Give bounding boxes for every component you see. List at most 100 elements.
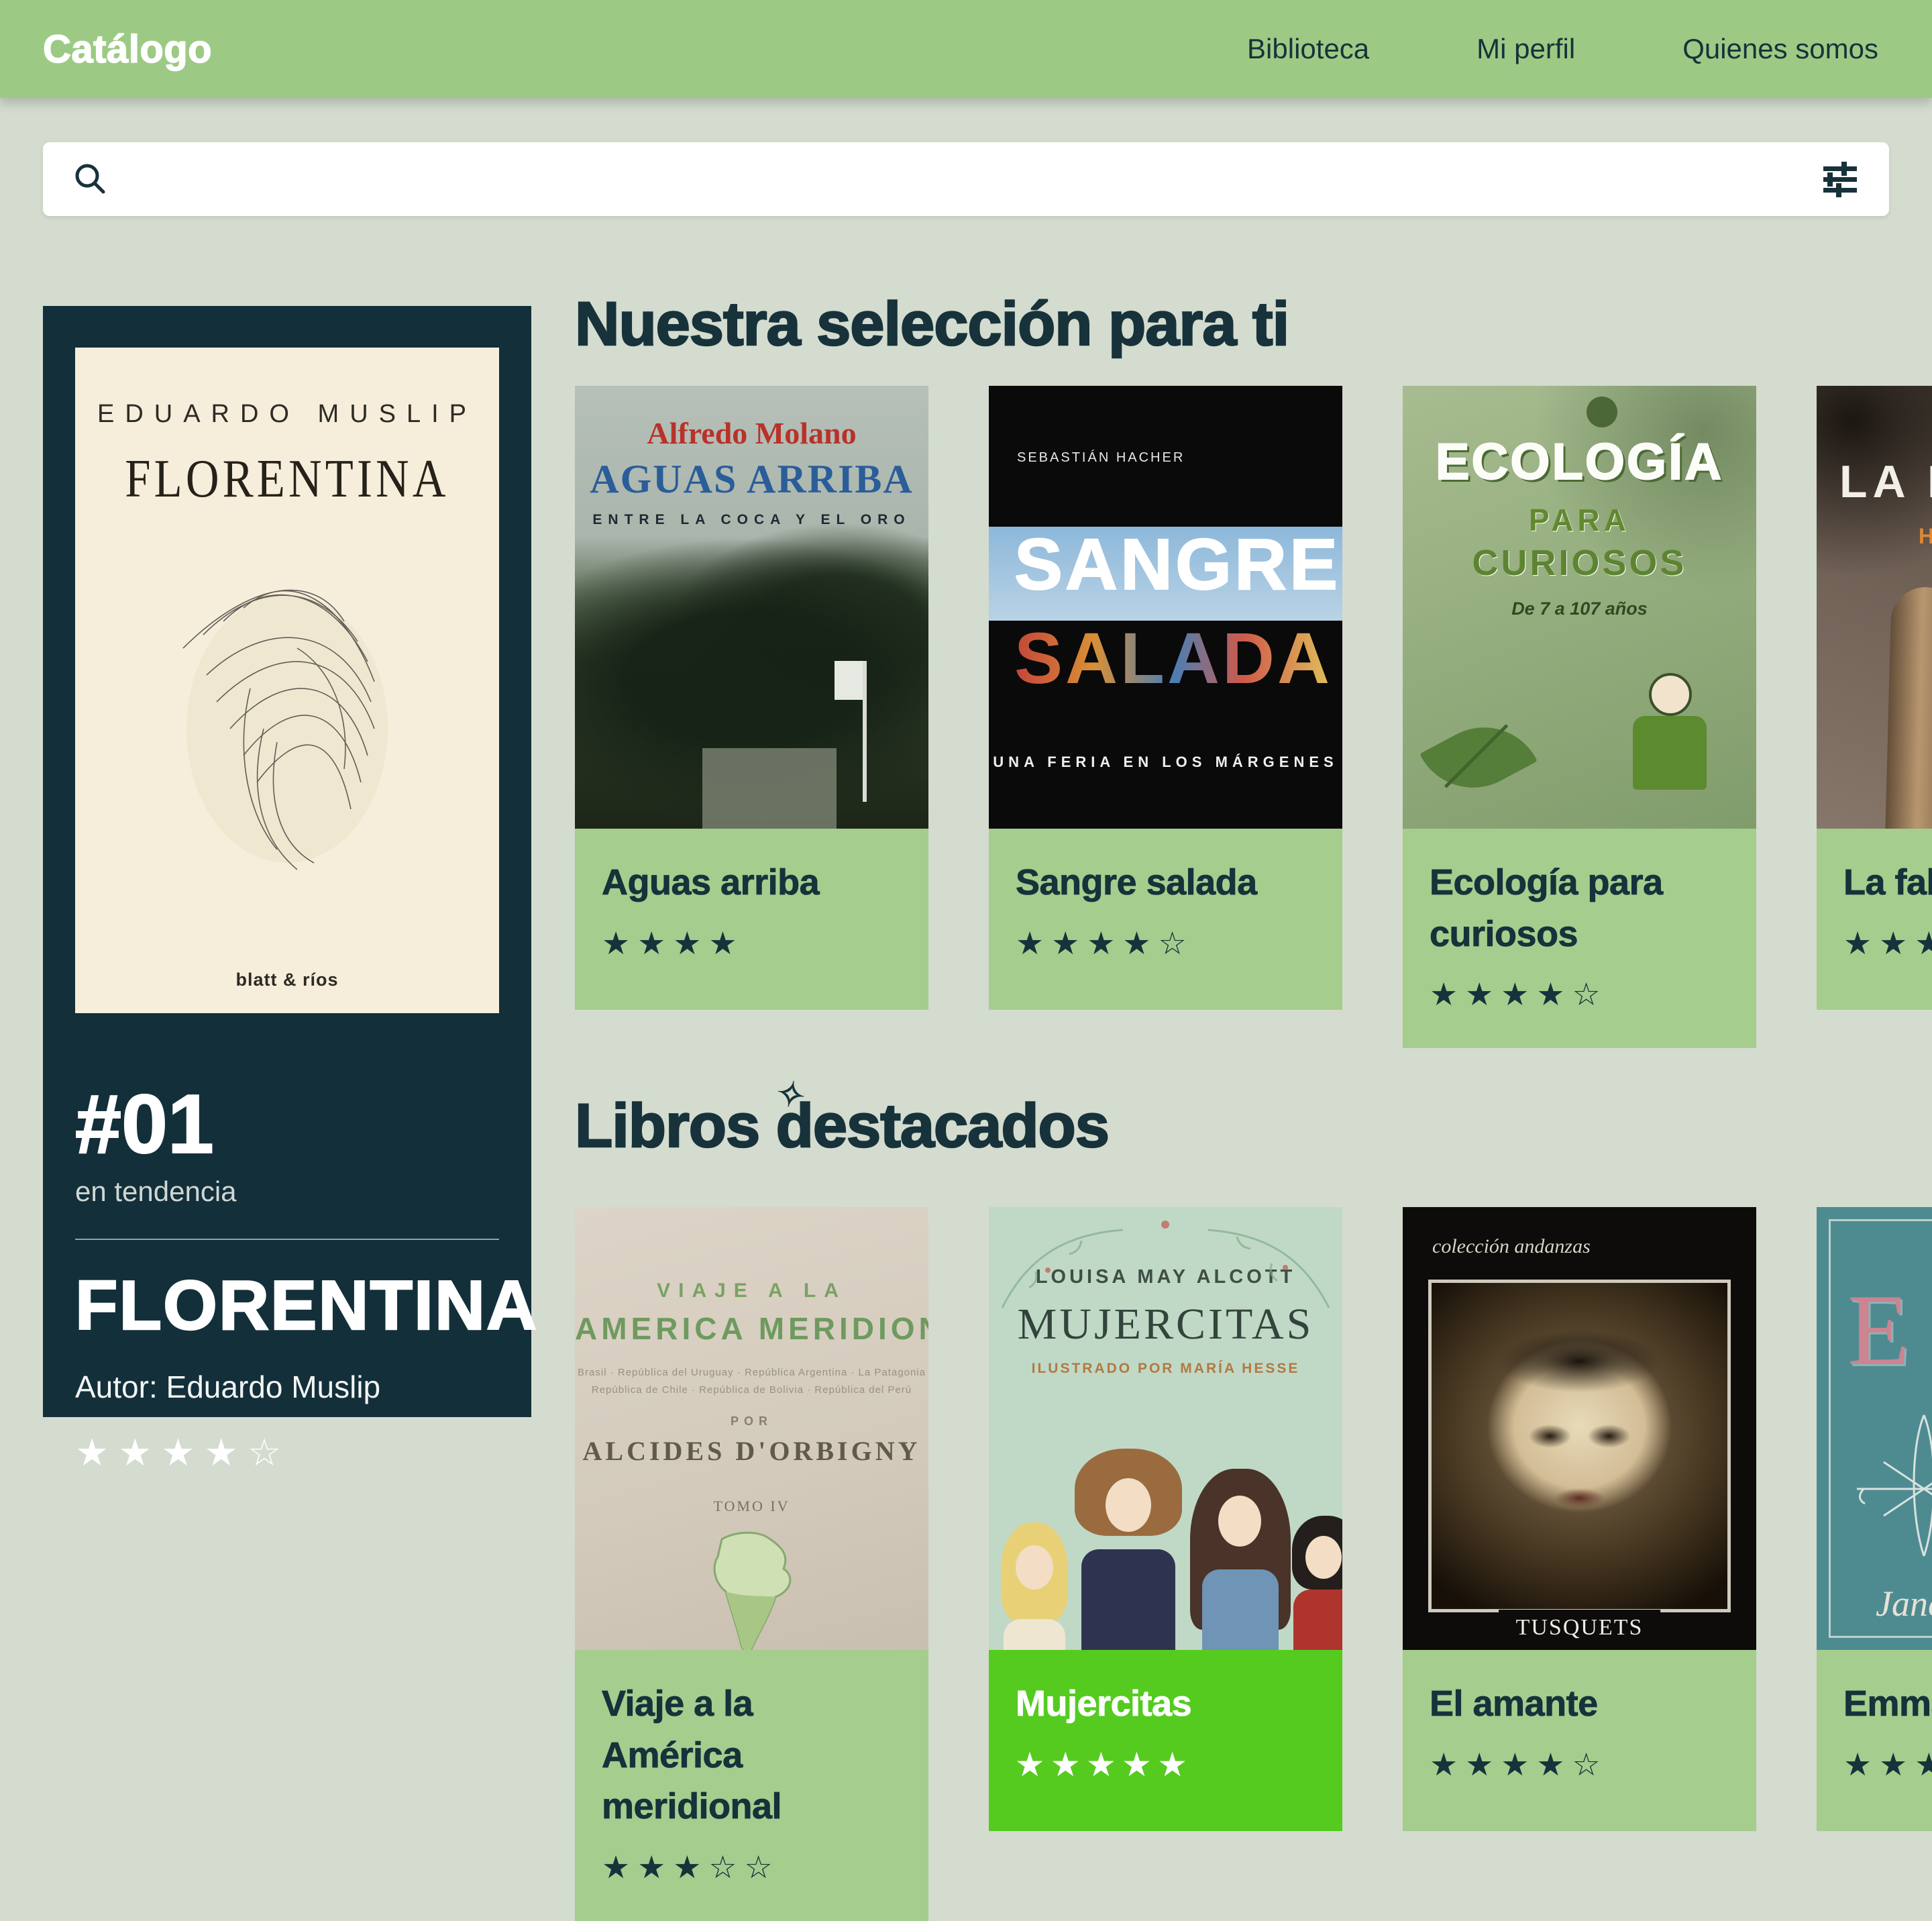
book-card-emma[interactable]: EM Jane Emma ★★★ xyxy=(1817,1207,1932,1831)
book-title: El amante xyxy=(1430,1678,1729,1730)
top-bar: Catálogo Biblioteca Mi perfil Quienes so… xyxy=(0,0,1932,98)
book-label: Aguas arriba ★★★★ xyxy=(575,829,928,1010)
book-card-ecologia[interactable]: ECOLOGÍA PARA CURIOSOS De 7 a 107 años E… xyxy=(1403,386,1756,1048)
flag-shape xyxy=(863,661,867,802)
search-input[interactable] xyxy=(133,162,1796,196)
rating-stars: ★★★★ xyxy=(602,925,902,962)
flourish-illustration xyxy=(1843,1408,1932,1569)
featured-book-cover: EDUARDO MUSLIP FLORENTINA blatt & ríos xyxy=(75,348,499,1013)
cover-line2: PARA xyxy=(1403,502,1756,538)
cover-title: EM xyxy=(1847,1271,1932,1388)
cover-title: ECOLOGÍA xyxy=(1403,433,1756,491)
rating-stars: ★★★★☆ xyxy=(1430,976,1729,1013)
cover-line1: VIAJE A LA xyxy=(575,1280,928,1302)
featured-book-card[interactable]: EDUARDO MUSLIP FLORENTINA blatt & ríos xyxy=(43,306,531,1417)
book-label: Ecología para curiosos ★★★★☆ xyxy=(1403,829,1756,1048)
cover-title: AGUAS ARRIBA xyxy=(575,456,928,503)
trending-rank: #01 xyxy=(75,1083,499,1166)
kid-illustration-head xyxy=(1649,673,1692,716)
kid-illustration-body xyxy=(1633,716,1707,790)
cover-subtitle: ENTRE LA COCA Y EL ORO xyxy=(575,512,928,528)
book-cover-mujercitas: LOUISA MAY ALCOTT MUJERCITAS ILUSTRADO P… xyxy=(989,1207,1342,1650)
book-title: Emma xyxy=(1843,1678,1932,1730)
girl-blonde xyxy=(1001,1522,1068,1650)
cover-tomo: TOMO IV xyxy=(575,1498,928,1515)
book-card-la-fab[interactable]: LA FA Hir La fab ★★★ xyxy=(1817,386,1932,1010)
featured-title: FLORENTINA xyxy=(75,1271,499,1341)
book-row-destacados: VIAJE A LA AMERICA MERIDIONAL Brasil · R… xyxy=(575,1207,1932,1921)
book-card-sangre-salada[interactable]: SEBASTIÁN HACHER SANGRE SALADA UNA FERIA… xyxy=(989,386,1342,1010)
portrait-photo xyxy=(1428,1280,1731,1612)
book-title: Viaje a la América meridional xyxy=(602,1678,902,1832)
book-card-viaje[interactable]: VIAJE A LA AMERICA MERIDIONAL Brasil · R… xyxy=(575,1207,928,1921)
south-america-map xyxy=(575,1527,928,1650)
cover-author: ALCIDES D'ORBIGNY xyxy=(575,1435,928,1467)
cover-title: LA FA xyxy=(1839,456,1932,508)
trending-caption: en tendencia xyxy=(75,1176,499,1208)
book-title: Mujercitas xyxy=(1016,1678,1316,1730)
rating-stars: ★★★★☆ xyxy=(1430,1746,1729,1783)
book-label: La fab ★★★ xyxy=(1817,829,1932,1010)
featured-author: Autor: Eduardo Muslip xyxy=(75,1369,499,1405)
book-cover-ecologia: ECOLOGÍA PARA CURIOSOS De 7 a 107 años xyxy=(1403,386,1756,829)
book-title: Sangre salada xyxy=(1016,857,1316,908)
book-card-mujercitas[interactable]: LOUISA MAY ALCOTT MUJERCITAS ILUSTRADO P… xyxy=(989,1207,1342,1831)
girl-black-bob xyxy=(1292,1516,1342,1650)
main-nav: Biblioteca Mi perfil Quienes somos xyxy=(1247,33,1878,65)
cover-title-line1: SANGRE xyxy=(1014,528,1340,601)
divider xyxy=(75,1239,499,1240)
cover-line3: CURIOSOS xyxy=(1403,542,1756,584)
book-cover-emma: EM Jane xyxy=(1817,1207,1932,1650)
cover-subtitle: De 7 a 107 años xyxy=(1403,599,1756,619)
cover-author: EDUARDO MUSLIP xyxy=(75,400,499,429)
leaf-illustration xyxy=(1419,707,1538,809)
book-card-el-amante[interactable]: colección andanzas TUSQUETS El amante ★★… xyxy=(1403,1207,1756,1831)
book-cover-aguas-arriba: Alfredo Molano AGUAS ARRIBA ENTRE LA COC… xyxy=(575,386,928,829)
app-title: Catálogo xyxy=(43,27,212,72)
book-cover-sangre-salada: SEBASTIÁN HACHER SANGRE SALADA UNA FERIA… xyxy=(989,386,1342,829)
cover-publisher: TUSQUETS xyxy=(1499,1610,1661,1650)
book-cover-el-amante: colección andanzas TUSQUETS xyxy=(1403,1207,1756,1650)
vine-flourish xyxy=(989,1214,1342,1314)
book-label: Emma ★★★ xyxy=(1817,1650,1932,1831)
cover-subtitle: UNA FERIA EN LOS MÁRGENES xyxy=(989,754,1342,771)
book-label: Viaje a la América meridional ★★★☆☆ xyxy=(575,1650,928,1921)
filter-icon[interactable] xyxy=(1819,158,1861,200)
rating-stars: ★★★★☆ xyxy=(1016,925,1316,962)
book-title: La fab xyxy=(1843,857,1932,908)
book-title: Aguas arriba xyxy=(602,857,902,908)
cover-line2: AMERICA MERIDIONAL xyxy=(575,1310,928,1347)
cover-author: Jane xyxy=(1876,1583,1932,1624)
cover-author: Alfredo Molano xyxy=(575,415,928,451)
cover-publisher-logo: blatt & ríos xyxy=(75,970,499,990)
book-row-seleccion: Alfredo Molano AGUAS ARRIBA ENTRE LA COC… xyxy=(575,386,1932,1048)
girl-dark-hair xyxy=(1190,1469,1291,1650)
nav-item-mi-perfil[interactable]: Mi perfil xyxy=(1477,33,1575,65)
rating-stars: ★★★★☆ xyxy=(75,1431,499,1475)
rating-stars: ★★★ xyxy=(1843,925,1932,962)
search-icon[interactable] xyxy=(71,160,110,199)
rating-stars: ★★★☆☆ xyxy=(602,1849,902,1886)
book-cover-viaje: VIAJE A LA AMERICA MERIDIONAL Brasil · R… xyxy=(575,1207,928,1650)
cover-title-line2: SALADA xyxy=(1014,622,1332,694)
rating-stars: ★★★★★ xyxy=(1016,1746,1316,1783)
nav-item-biblioteca[interactable]: Biblioteca xyxy=(1247,33,1369,65)
girl-brown-hair xyxy=(1075,1449,1182,1650)
cover-subtitle: Hir xyxy=(1919,524,1932,549)
hair-sketch-illustration xyxy=(75,527,499,906)
nav-item-quienes-somos[interactable]: Quienes somos xyxy=(1682,33,1878,65)
cover-author: SEBASTIÁN HACHER xyxy=(1017,450,1185,466)
book-label: Sangre salada ★★★★☆ xyxy=(989,829,1342,1010)
section-title-destacados: Libros destacados ✧ xyxy=(575,1095,1109,1157)
book-title: Ecología para curiosos xyxy=(1430,857,1729,959)
book-label: El amante ★★★★☆ xyxy=(1403,1650,1756,1831)
rating-stars: ★★★ xyxy=(1843,1746,1932,1783)
hut-shape xyxy=(702,748,837,829)
cover-details: Brasil · República del Uruguay · Repúbli… xyxy=(575,1364,928,1398)
section-title-seleccion: Nuestra selección para ti xyxy=(575,293,1289,355)
book-card-aguas-arriba[interactable]: Alfredo Molano AGUAS ARRIBA ENTRE LA COC… xyxy=(575,386,928,1010)
cigarette-illustration xyxy=(1881,586,1932,829)
book-cover-la-fab: LA FA Hir xyxy=(1817,386,1932,829)
book-label-highlighted: Mujercitas ★★★★★ xyxy=(989,1650,1342,1831)
cover-title: FLORENTINA xyxy=(105,449,470,510)
